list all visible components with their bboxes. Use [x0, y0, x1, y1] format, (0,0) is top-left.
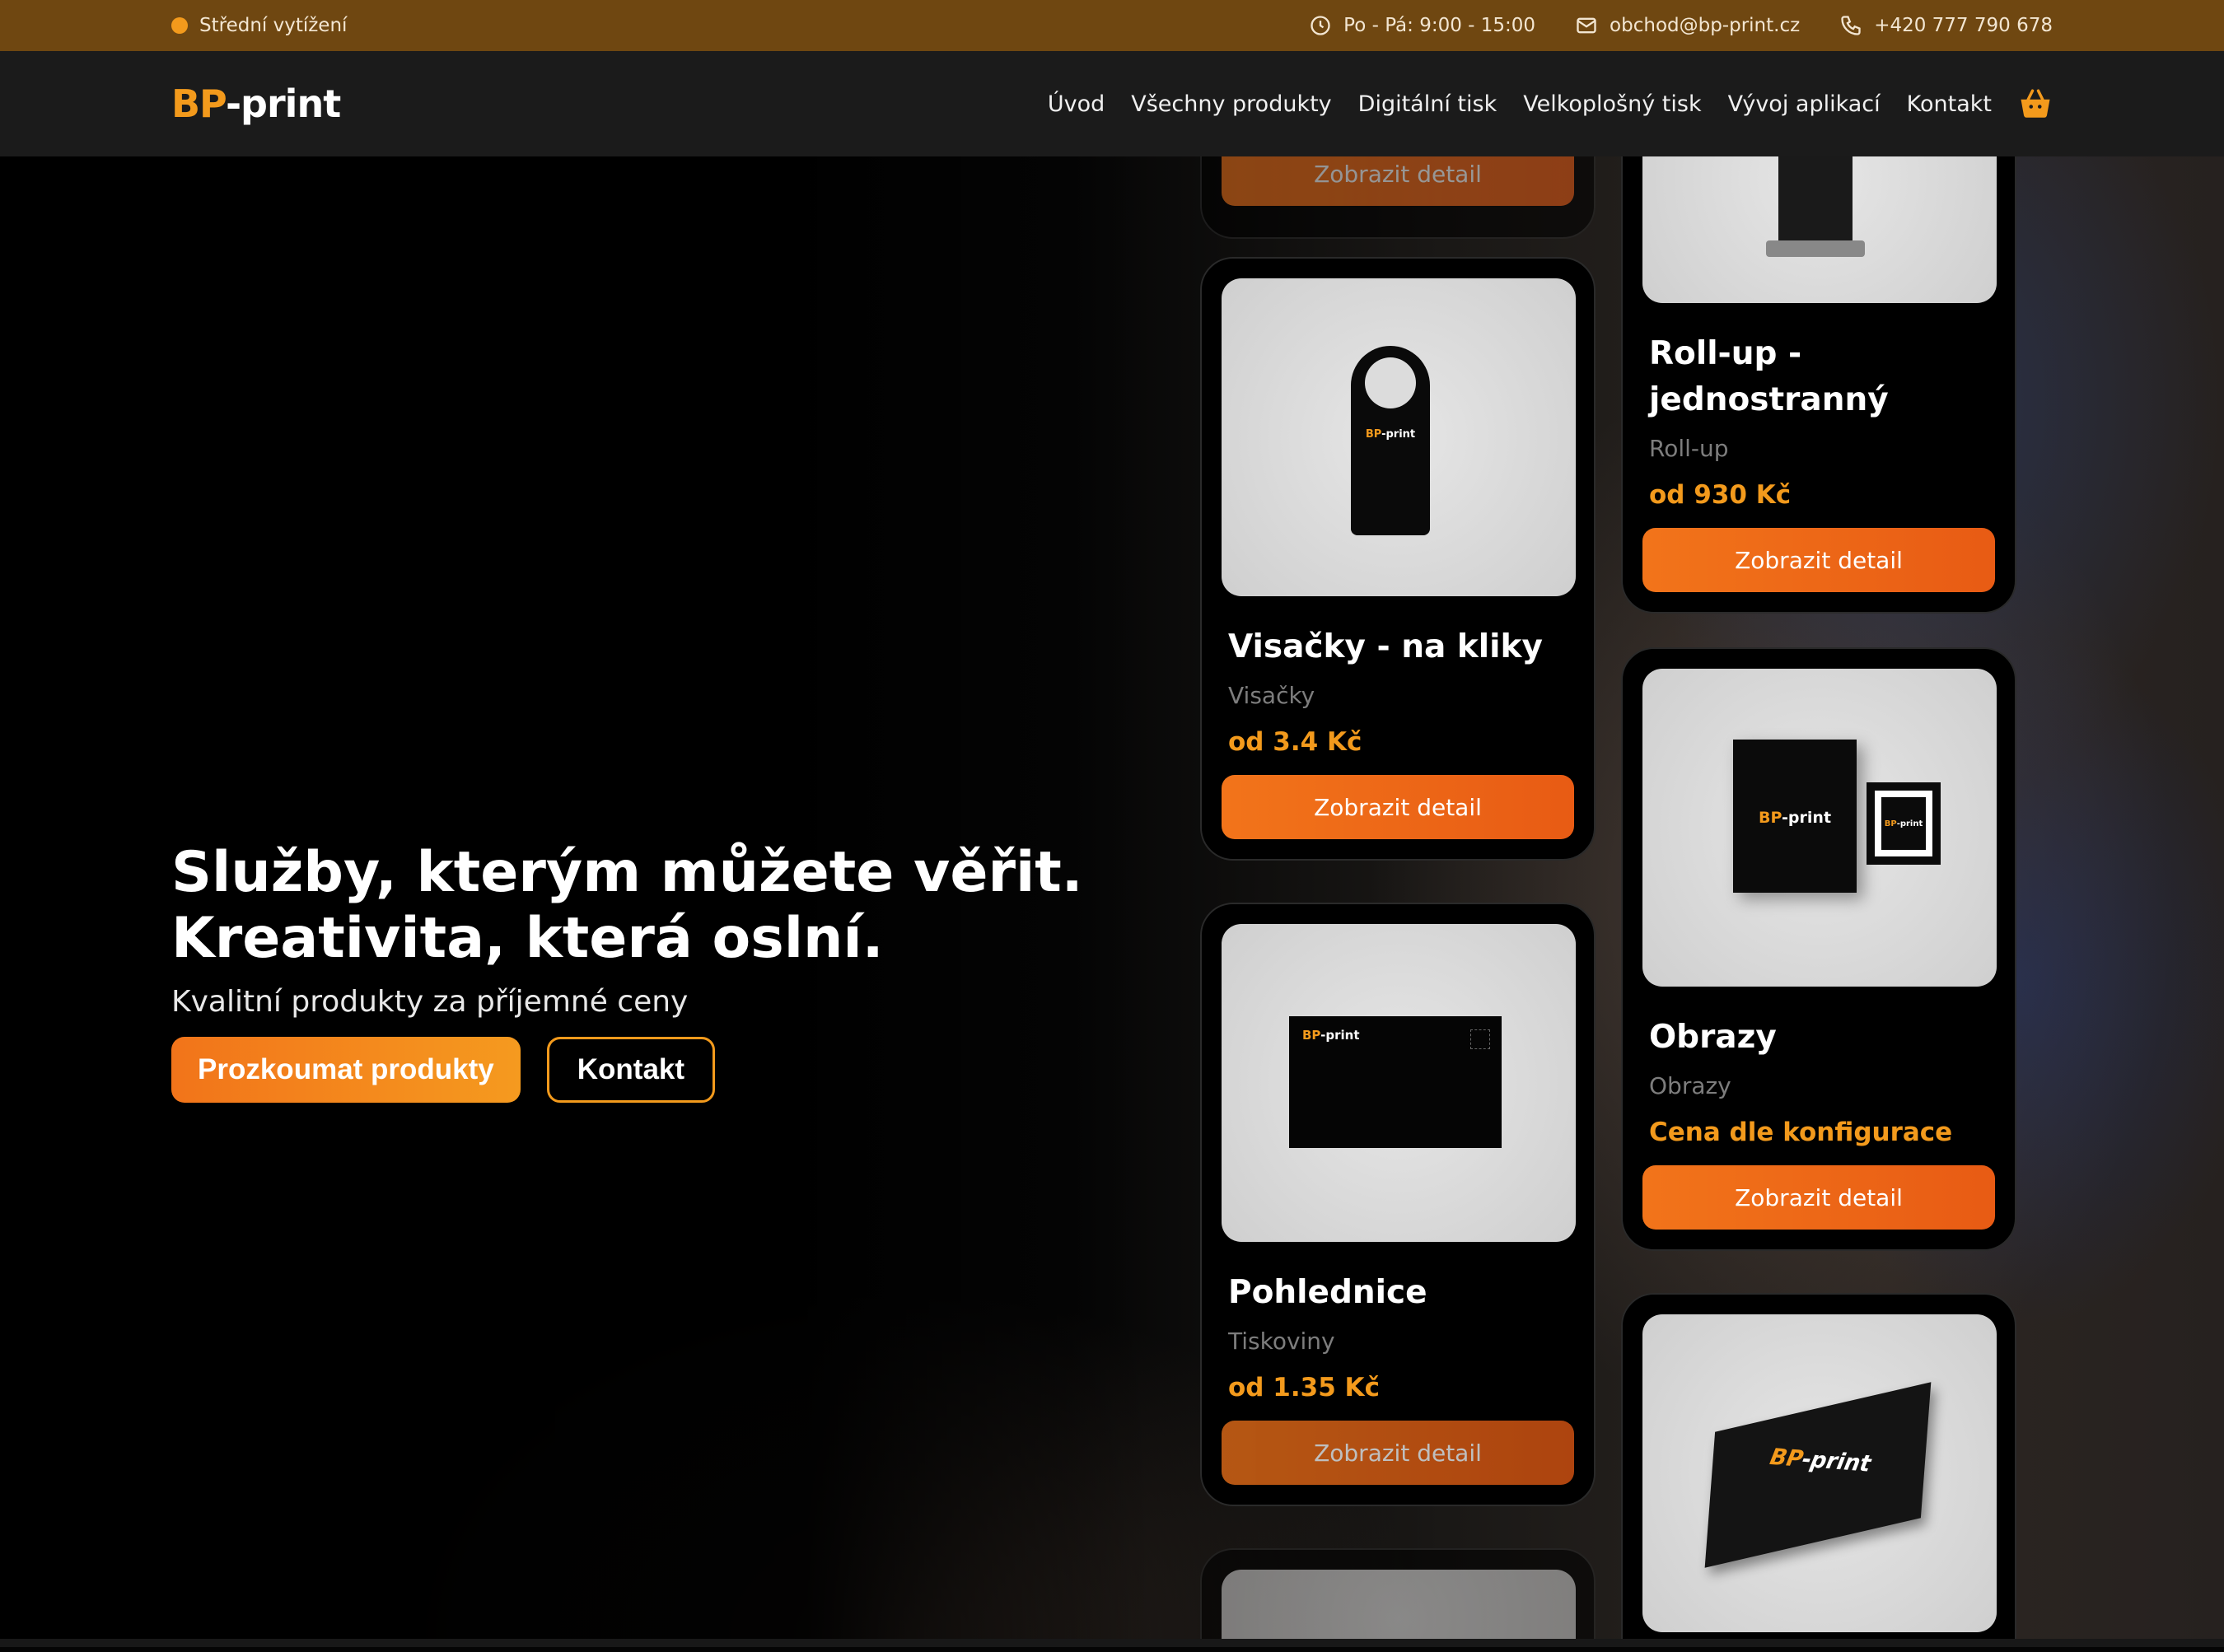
status-dot-icon — [171, 17, 188, 34]
main-nav: Úvod Všechny produkty Digitální tisk Vel… — [1048, 86, 2053, 121]
product-card-partial-top: Zobrazit detail — [1200, 156, 1596, 239]
canvas-print-graphic: BP-print — [1733, 740, 1857, 893]
opening-hours-text: Po - Pá: 9:00 - 15:00 — [1343, 15, 1536, 36]
product-card: Roll-up - jednostranný Roll-up od 930 Kč… — [1621, 156, 2016, 614]
load-status-label: Střední vytížení — [199, 15, 348, 36]
view-detail-button[interactable]: Zobrazit detail — [1642, 1165, 1995, 1230]
framed-print-graphic: BP -print — [1867, 782, 1941, 865]
product-image — [1642, 156, 1997, 303]
view-detail-button[interactable]: Zobrazit detail — [1642, 528, 1995, 592]
nav-item-velkoplosny-tisk[interactable]: Velkoplošný tisk — [1523, 91, 1701, 117]
product-name[interactable]: Obrazy — [1642, 1015, 1995, 1061]
explore-products-button[interactable]: Prozkoumat produkty — [171, 1037, 521, 1103]
image-logo-accent: BP — [1884, 819, 1897, 828]
image-logo-rest: -print — [1381, 428, 1416, 441]
nav-item-digitalni-tisk[interactable]: Digitální tisk — [1358, 91, 1497, 117]
main-header: BP-print Úvod Všechny produkty Digitální… — [0, 51, 2224, 156]
image-logo-rest: -print — [1796, 1446, 1876, 1477]
door-hanger-graphic: BP-print — [1351, 346, 1430, 535]
hero-title: Služby, kterým můžete věřit. Kreativita,… — [171, 840, 1160, 972]
product-category: Visačky — [1228, 682, 1315, 709]
product-card-partial-bottom — [1200, 1548, 1596, 1647]
roll-up-stand-graphic — [1766, 240, 1865, 257]
opening-hours: Po - Pá: 9:00 - 15:00 — [1309, 14, 1535, 37]
product-price: od 930 Kč — [1649, 480, 1792, 510]
nav-item-vyvoj-aplikaci[interactable]: Vývoj aplikací — [1728, 91, 1881, 117]
nav-item-uvod[interactable]: Úvod — [1048, 91, 1105, 117]
product-card: BP-print — [1621, 1293, 2016, 1647]
email-link[interactable]: obchod@bp-print.cz — [1575, 14, 1800, 37]
phone-text[interactable]: +420 777 790 678 — [1874, 15, 2053, 36]
hero-copy: Služby, kterým můžete věřit. Kreativita,… — [171, 840, 1160, 1103]
product-category: Tiskoviny — [1228, 1328, 1335, 1355]
phone-icon — [1841, 16, 1861, 35]
image-logo-accent: BP — [1365, 428, 1382, 441]
clock-icon — [1311, 16, 1330, 35]
phone-link[interactable]: +420 777 790 678 — [1839, 14, 2053, 37]
product-image: BP-print — [1222, 924, 1576, 1242]
email-text[interactable]: obchod@bp-print.cz — [1610, 15, 1800, 36]
shopping-basket-icon[interactable] — [2018, 86, 2053, 121]
logo-rest: -print — [225, 82, 341, 126]
logo-accent: BP — [171, 82, 227, 126]
product-card: BP-print Pohlednice Tiskoviny od 1.35 Kč… — [1200, 903, 1596, 1506]
product-price: od 1.35 Kč — [1228, 1373, 1380, 1402]
view-detail-button[interactable]: Zobrazit detail — [1222, 1421, 1574, 1485]
image-logo-rest: -print — [1320, 1028, 1360, 1043]
product-card: BP-print Visačky - na kliky Visačky od 3… — [1200, 257, 1596, 861]
load-status: Střední vytížení — [171, 15, 347, 36]
product-image — [1222, 1570, 1576, 1647]
mail-icon — [1577, 17, 1596, 34]
hero-section: Služby, kterým můžete věřit. Kreativita,… — [0, 156, 2224, 1647]
image-logo-accent: BP — [1758, 809, 1782, 827]
product-price: Cena dle konfigurace — [1649, 1118, 1953, 1147]
contact-button[interactable]: Kontakt — [546, 1037, 716, 1103]
print-sheet-graphic: BP-print — [1704, 1382, 1932, 1568]
product-name[interactable]: Roll-up - jednostranný — [1642, 331, 1995, 423]
product-name[interactable]: Visačky - na kliky — [1222, 624, 1574, 670]
product-category: Obrazy — [1649, 1072, 1731, 1099]
hero-title-line-2: Kreativita, která oslní. — [171, 906, 884, 971]
postcard-graphic: BP-print — [1289, 1016, 1502, 1148]
hero-subtitle: Kvalitní produkty za příjemné ceny — [171, 985, 689, 1019]
view-detail-button[interactable]: Zobrazit detail — [1222, 156, 1574, 206]
product-price: od 3.4 Kč — [1228, 727, 1362, 757]
product-image: BP-print — [1642, 1314, 1997, 1632]
top-info-bar: Střední vytížení Po - Pá: 9:00 - 15:00 o… — [0, 0, 2224, 51]
hero-bottom-edge — [0, 1639, 2224, 1647]
image-logo-rest: -print — [1782, 809, 1832, 827]
product-image: BP-print — [1222, 278, 1576, 596]
hero-title-line-1: Služby, kterým můžete věřit. — [171, 840, 1083, 905]
product-category: Roll-up — [1649, 435, 1729, 462]
image-logo-rest: -print — [1896, 819, 1923, 828]
product-card: BP-print BP -print Obrazy Obrazy Cena dle… — [1621, 647, 2016, 1251]
image-logo-accent: BP — [1302, 1028, 1321, 1043]
nav-item-vsechny-produkty[interactable]: Všechny produkty — [1131, 91, 1331, 117]
product-name[interactable]: Pohlednice — [1222, 1270, 1574, 1316]
view-detail-button[interactable]: Zobrazit detail — [1222, 775, 1574, 839]
product-image: BP-print BP -print — [1642, 669, 1997, 987]
stamp-icon — [1470, 1029, 1490, 1049]
site-logo[interactable]: BP-print — [171, 82, 341, 126]
nav-item-kontakt[interactable]: Kontakt — [1907, 91, 1992, 117]
roll-up-banner-graphic — [1778, 156, 1853, 244]
